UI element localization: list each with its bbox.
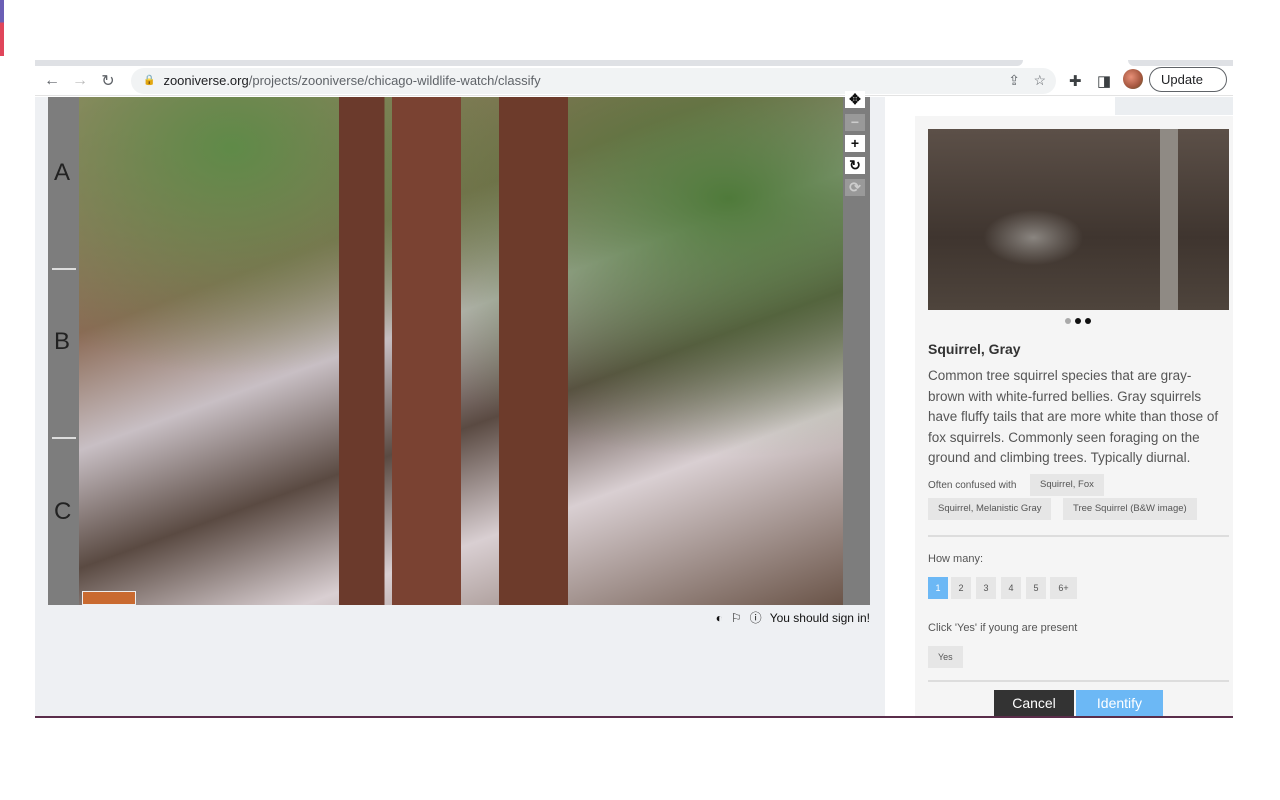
row-label: B	[54, 328, 71, 355]
count-option-3[interactable]: 3	[976, 577, 996, 599]
flag-icon[interactable]: ⚐	[731, 611, 742, 625]
window-accent	[0, 0, 4, 56]
update-button[interactable]: Update⋮	[1149, 67, 1227, 92]
carousel-dots[interactable]	[1065, 318, 1091, 324]
count-option-5[interactable]: 5	[1026, 577, 1046, 599]
count-option-2[interactable]: 2	[951, 577, 971, 599]
url-domain: zooniverse.org	[163, 73, 249, 88]
move-icon[interactable]: ✥	[845, 91, 865, 108]
cancel-button[interactable]: Cancel	[994, 690, 1074, 716]
forward-icon[interactable]: →	[69, 72, 91, 90]
confused-species-button[interactable]: Tree Squirrel (B&W image)	[1063, 498, 1197, 520]
browser-toolbar: ← → ↻ 🔒 zooniverse.org/projects/zooniver…	[35, 66, 1233, 96]
back-icon[interactable]: ←	[41, 72, 63, 90]
confused-species-button[interactable]: Squirrel, Fox	[1030, 474, 1104, 496]
profile-avatar[interactable]	[1123, 69, 1143, 89]
sign-in-prompt[interactable]: You should sign in!	[770, 611, 870, 625]
count-option-1[interactable]: 1	[928, 577, 948, 599]
identify-button[interactable]: Identify	[1076, 690, 1163, 716]
reload-icon[interactable]: ↻	[97, 71, 119, 91]
reset-icon[interactable]: ⟳	[845, 179, 865, 196]
count-option-4[interactable]: 4	[1001, 577, 1021, 599]
row-divider	[52, 437, 76, 439]
row-label: A	[54, 159, 71, 186]
rotate-icon[interactable]: ↻	[845, 157, 865, 174]
young-yes-button[interactable]: Yes	[928, 646, 963, 668]
subject-frame: A B C ✥ − + ↻ ⟳	[48, 91, 870, 605]
address-bar[interactable]: 🔒 zooniverse.org/projects/zooniverse/chi…	[131, 67, 1056, 94]
task-tab-bar	[1115, 97, 1233, 115]
zoom-in-icon[interactable]: +	[845, 135, 865, 152]
camera-logo	[82, 591, 136, 605]
update-label: Update	[1161, 72, 1203, 87]
subject-viewer: A B C ✥ − + ↻ ⟳ ◐ ⚐ ⓘ You should sign in…	[35, 91, 885, 716]
species-description: Common tree squirrel species that are gr…	[928, 368, 1219, 465]
row-divider	[52, 268, 76, 270]
species-example-image	[928, 129, 1229, 310]
species-title: Squirrel, Gray	[928, 341, 1021, 357]
zoom-out-icon[interactable]: −	[845, 114, 865, 131]
divider	[928, 535, 1229, 537]
how-many-label: How many:	[928, 553, 984, 565]
confused-species-button[interactable]: Squirrel, Melanistic Gray	[928, 498, 1052, 520]
browser-window: ← → ↻ 🔒 zooniverse.org/projects/zooniver…	[35, 60, 1233, 718]
divider	[928, 680, 1229, 682]
confused-label: Often confused with	[928, 480, 1017, 491]
invert-icon[interactable]: ◐	[716, 611, 723, 625]
extensions-icon[interactable]: ✚	[1069, 72, 1082, 90]
side-panel-icon[interactable]: ◨	[1097, 72, 1111, 90]
info-icon[interactable]: ⓘ	[750, 609, 762, 626]
young-label: Click 'Yes' if young are present	[928, 622, 1078, 634]
url-path: /projects/zooniverse/chicago-wildlife-wa…	[248, 73, 541, 88]
subject-meta: ◐ ⚐ ⓘ You should sign in!	[716, 609, 870, 626]
share-icon[interactable]: ⇪	[1008, 72, 1020, 89]
subject-image[interactable]	[79, 97, 843, 605]
star-icon[interactable]: ☆	[1033, 72, 1046, 89]
species-panel: Squirrel, Gray Common tree squirrel spec…	[915, 116, 1233, 716]
count-option-6plus[interactable]: 6+	[1050, 577, 1077, 599]
lock-icon: 🔒	[143, 75, 156, 86]
row-label: C	[54, 498, 72, 525]
